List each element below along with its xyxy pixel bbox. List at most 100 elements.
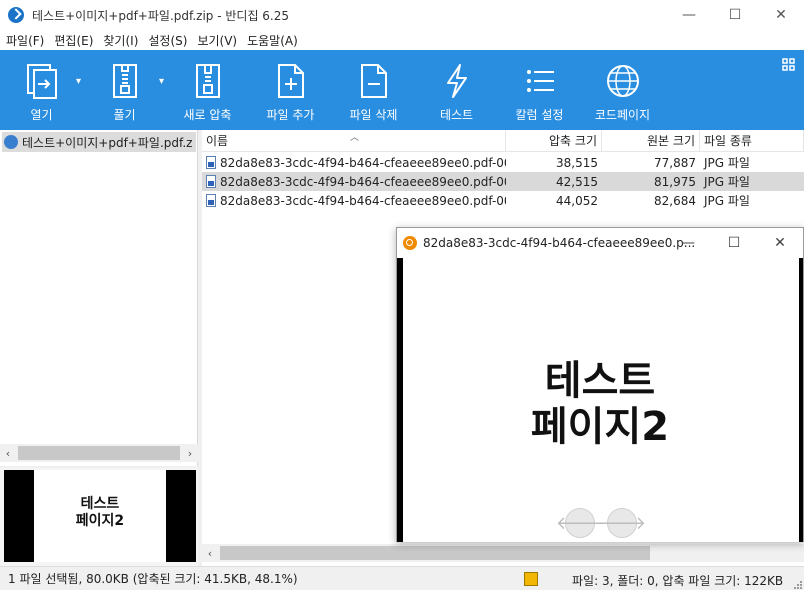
title-bar: 테스트+이미지+pdf+파일.pdf.zip - 반디집 6.25 — ☐ ✕	[0, 0, 804, 30]
file-row-3[interactable]: 82da8e83-3cdc-4f94-b464-cfeaeee89ee0.pdf…	[202, 191, 804, 210]
menu-settings[interactable]: 설정(S)	[148, 32, 187, 49]
menu-bar: 파일(F) 편집(E) 찾기(I) 설정(S) 보기(V) 도움말(A)	[0, 30, 804, 50]
extract-icon	[108, 62, 142, 100]
add-file-icon	[274, 62, 308, 100]
original-size: 81,975	[654, 174, 696, 189]
column-original-size[interactable]: 원본 크기	[602, 129, 700, 152]
preview-border-right	[166, 470, 196, 562]
file-type: JPG 파일	[704, 175, 750, 189]
menu-edit[interactable]: 편집(E)	[54, 32, 93, 49]
tree-item-label: 테스트+이미지+pdf+파일.pdf.z	[22, 135, 193, 150]
scroll-left-icon[interactable]: ‹	[202, 547, 218, 560]
viewer-title: 82da8e83-3cdc-4f94-b464-cfeaeee89ee0.p..…	[423, 236, 696, 250]
window-controls: — ☐ ✕	[666, 0, 804, 30]
viewer-close-button[interactable]: ✕	[757, 228, 803, 258]
archive-icon	[4, 135, 18, 149]
open-button[interactable]: 열기 ▾	[0, 50, 83, 130]
file-name-cell: 82da8e83-3cdc-4f94-b464-cfeaeee89ee0.pdf…	[202, 153, 506, 172]
file-name: 82da8e83-3cdc-4f94-b464-cfeaeee89ee0.pdf…	[220, 174, 506, 189]
extract-dropdown-icon[interactable]: ▾	[159, 76, 164, 87]
preview-border-left	[4, 470, 34, 562]
sort-ascending-icon: ︿	[350, 133, 360, 143]
list-horizontal-scrollbar[interactable]: ‹	[202, 544, 804, 562]
preview-line-2: 페이지2	[75, 513, 125, 529]
window-title: 테스트+이미지+pdf+파일.pdf.zip - 반디집 6.25	[32, 8, 290, 23]
viewer-image: 테스트 페이지2 🡐 🡒	[397, 258, 803, 542]
scrollbar-thumb[interactable]	[18, 446, 180, 460]
file-type: JPG 파일	[704, 194, 750, 208]
open-dropdown-icon[interactable]: ▾	[76, 76, 81, 87]
maximize-button[interactable]: ☐	[712, 0, 758, 30]
tree-horizontal-scrollbar[interactable]: ‹ ›	[0, 444, 198, 462]
columns-label: 칼럼 설정	[515, 108, 564, 122]
resize-grip-icon[interactable]	[792, 578, 802, 589]
file-name: 82da8e83-3cdc-4f94-b464-cfeaeee89ee0.pdf…	[220, 155, 506, 170]
next-image-button[interactable]: 🡒	[598, 508, 646, 538]
add-file-label: 파일 추가	[266, 108, 315, 122]
delete-file-label: 파일 삭제	[349, 108, 398, 122]
file-row-2[interactable]: 82da8e83-3cdc-4f94-b464-cfeaeee89ee0.pdf…	[202, 172, 804, 191]
previous-image-button[interactable]: 🡐	[556, 508, 604, 538]
lightning-icon	[440, 62, 474, 100]
preview-image: 테스트 페이지2	[4, 470, 196, 562]
menu-file[interactable]: 파일(F)	[6, 32, 44, 49]
add-file-button[interactable]: 파일 추가	[249, 50, 332, 130]
viewer-line-2: 페이지2	[530, 404, 670, 450]
scroll-left-icon[interactable]: ‹	[0, 447, 16, 460]
file-row-1[interactable]: 82da8e83-3cdc-4f94-b464-cfeaeee89ee0.pdf…	[202, 153, 804, 172]
packed-size: 42,515	[556, 174, 598, 189]
layout-grid-icon[interactable]	[782, 58, 796, 75]
toolbar: 열기 ▾ 풀기 ▾ 새로 압축 파일 추가 파일 삭제 테스트 칼럼 설정 코드…	[0, 50, 804, 130]
viewer-app-icon	[403, 236, 417, 250]
archive-lock-icon[interactable]	[524, 572, 538, 586]
viewer-minimize-button[interactable]: —	[665, 228, 711, 258]
column-header: 이름 압축 크기 원본 크기 파일 종류	[202, 129, 804, 152]
image-viewer-window: 82da8e83-3cdc-4f94-b464-cfeaeee89ee0.p..…	[396, 227, 804, 542]
scroll-right-icon[interactable]: ›	[182, 447, 198, 460]
delete-file-icon	[357, 62, 391, 100]
file-name: 82da8e83-3cdc-4f94-b464-cfeaeee89ee0.pdf…	[220, 193, 506, 208]
menu-view[interactable]: 보기(V)	[197, 32, 237, 49]
codepage-label: 코드페이지	[594, 108, 651, 122]
preview-text: 테스트 페이지2	[34, 496, 166, 530]
file-name-cell: 82da8e83-3cdc-4f94-b464-cfeaeee89ee0.pdf…	[202, 191, 506, 210]
viewer-window-controls: — ☐ ✕	[665, 228, 803, 258]
new-archive-button[interactable]: 새로 압축	[166, 50, 249, 130]
bandizip-app-icon[interactable]	[8, 7, 24, 23]
folder-tree: 테스트+이미지+pdf+파일.pdf.z ‹ ›	[0, 130, 198, 466]
column-file-type[interactable]: 파일 종류	[700, 129, 804, 152]
new-archive-label: 새로 압축	[183, 108, 232, 122]
original-size: 77,887	[654, 155, 696, 170]
packed-size: 38,515	[556, 155, 598, 170]
tree-item-archive[interactable]: 테스트+이미지+pdf+파일.pdf.z	[2, 132, 196, 152]
extract-button[interactable]: 풀기 ▾	[83, 50, 166, 130]
codepage-button[interactable]: 코드페이지	[581, 50, 664, 130]
test-button[interactable]: 테스트	[415, 50, 498, 130]
viewer-maximize-button[interactable]: ☐	[711, 228, 757, 258]
open-label: 열기	[30, 108, 53, 122]
scrollbar-thumb[interactable]	[220, 546, 650, 560]
file-type: JPG 파일	[704, 156, 750, 170]
minimize-button[interactable]: —	[666, 0, 712, 30]
jpg-file-icon	[206, 194, 216, 207]
preview-line-1: 테스트	[80, 496, 120, 512]
column-packed-size[interactable]: 압축 크기	[506, 129, 602, 152]
packed-size: 44,052	[556, 193, 598, 208]
test-label: 테스트	[439, 108, 474, 122]
selection-status: 1 파일 선택됨, 80.0KB (압축된 크기: 41.5KB, 48.1%)	[8, 572, 298, 586]
viewer-line-1: 테스트	[544, 358, 656, 404]
viewer-image-text: 테스트 페이지2	[397, 358, 803, 450]
delete-file-button[interactable]: 파일 삭제	[332, 50, 415, 130]
open-icon	[25, 62, 59, 100]
thumbnail-preview: 테스트 페이지2	[0, 468, 198, 566]
original-size: 82,684	[654, 193, 696, 208]
new-archive-icon	[191, 62, 225, 100]
columns-icon	[523, 62, 557, 100]
close-button[interactable]: ✕	[758, 0, 804, 30]
jpg-file-icon	[206, 175, 216, 188]
columns-button[interactable]: 칼럼 설정	[498, 50, 581, 130]
archive-summary: 파일: 3, 폴더: 0, 압축 파일 크기: 122KB	[572, 574, 784, 588]
status-bar: 1 파일 선택됨, 80.0KB (압축된 크기: 41.5KB, 48.1%)…	[0, 566, 804, 590]
menu-find[interactable]: 찾기(I)	[103, 32, 138, 49]
menu-help[interactable]: 도움말(A)	[247, 32, 298, 49]
